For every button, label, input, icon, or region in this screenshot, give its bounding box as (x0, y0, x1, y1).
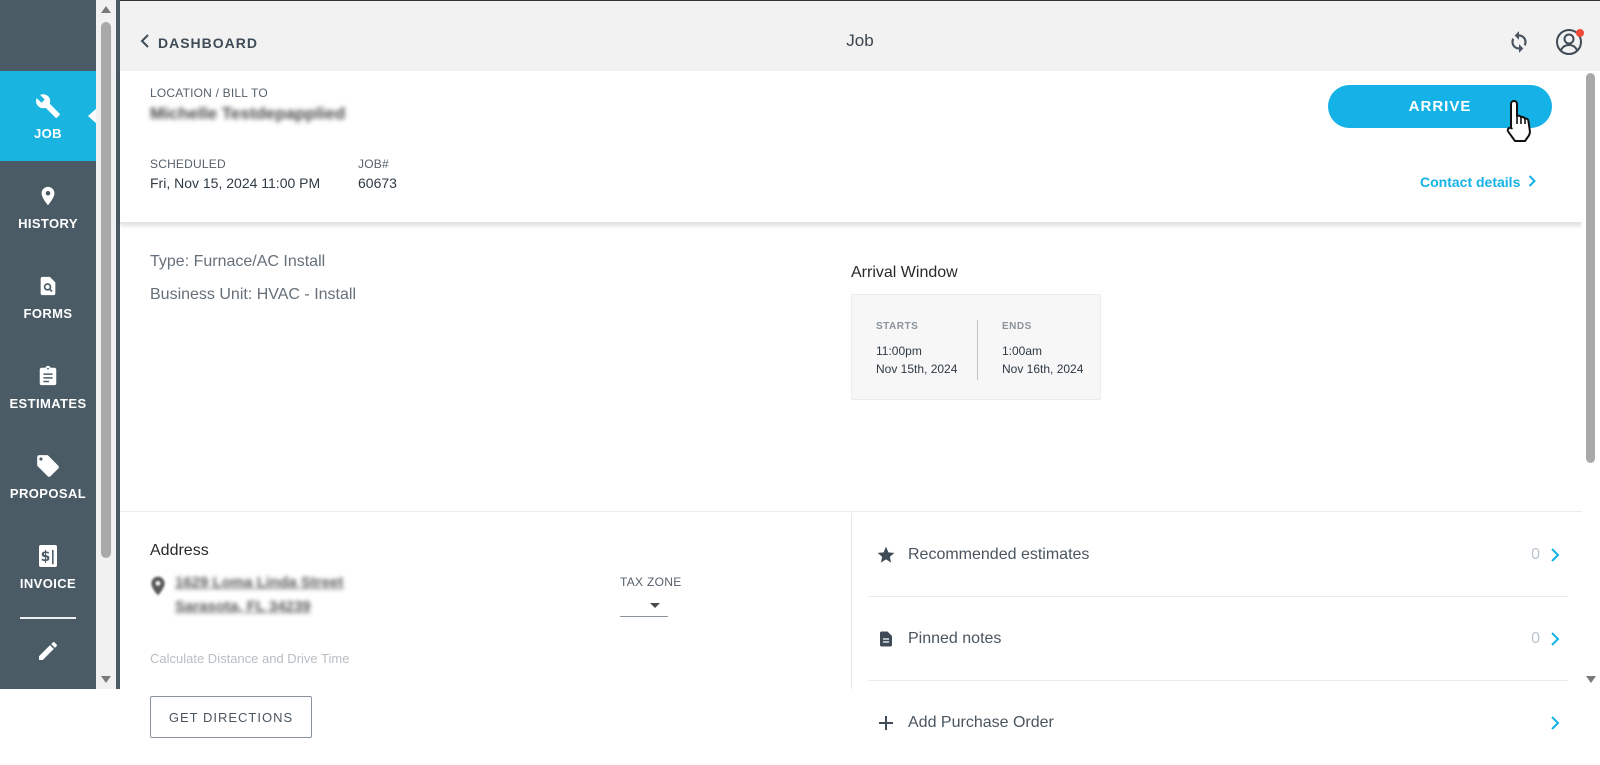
job-info-section: Type: Furnace/AC Install Business Unit: … (120, 224, 1582, 512)
link-count: 0 (1531, 629, 1540, 647)
sidebar-item-label: INVOICE (19, 575, 77, 591)
calculate-distance-link[interactable]: Calculate Distance and Drive Time (150, 651, 349, 666)
sidebar-item-history[interactable]: HISTORY (0, 161, 96, 251)
refresh-button[interactable] (1506, 29, 1532, 55)
sidebar-item-label: HISTORY (18, 215, 78, 231)
arrival-window-title: Arrival Window (851, 264, 958, 281)
chevron-right-icon (1550, 631, 1560, 646)
arrival-window-divider (977, 320, 978, 380)
document-icon (876, 629, 896, 649)
sidebar-scrollbar[interactable] (96, 0, 116, 689)
business-unit: Business Unit: HVAC - Install (150, 286, 356, 303)
tax-zone-select[interactable] (620, 593, 668, 617)
job-main-content: LOCATION / BILL TO Michelle Testdepappli… (120, 71, 1582, 738)
customer-name: Michelle Testdepapplied (150, 104, 346, 123)
scroll-down-arrow-icon[interactable] (1586, 676, 1596, 683)
link-count: 0 (1531, 545, 1540, 563)
sidebar-item-estimates[interactable]: ESTIMATES (0, 341, 96, 431)
job-summary-card: LOCATION / BILL TO Michelle Testdepappli… (120, 71, 1582, 223)
contact-details-label: Contact details (1420, 174, 1521, 190)
sidebar: JOB HISTORY FORMS ESTIMATES PROPOSAL $| … (0, 0, 97, 689)
sidebar-item-forms[interactable]: FORMS (0, 251, 96, 341)
scrollbar-thumb[interactable] (1586, 73, 1595, 463)
sidebar-item-label: FORMS (23, 305, 73, 321)
svg-text:$|: $| (41, 549, 56, 565)
get-directions-button[interactable]: GET DIRECTIONS (150, 696, 312, 738)
starts-label: STARTS (876, 321, 919, 332)
user-avatar-button[interactable] (1554, 27, 1584, 57)
starts-time: 11:00pm (876, 344, 922, 358)
chevron-right-icon (1528, 174, 1537, 190)
sidebar-item-edit[interactable] (0, 633, 96, 673)
wrench-icon (34, 92, 62, 120)
job-number-value: 60673 (358, 175, 397, 191)
page-title: Job (846, 31, 874, 50)
job-links-section: Recommended estimates 0 Pinned notes 0 A… (851, 513, 1582, 731)
sidebar-divider (20, 617, 76, 619)
scrollbar-thumb[interactable] (101, 22, 111, 558)
hand-cursor-icon (1504, 97, 1538, 143)
address-title: Address (150, 542, 209, 559)
scheduled-label: SCHEDULED (150, 157, 226, 171)
add-purchase-order-row[interactable]: Add Purchase Order (868, 681, 1568, 765)
star-icon (876, 545, 896, 565)
job-type: Type: Furnace/AC Install (150, 253, 326, 270)
location-pin-icon (34, 182, 62, 210)
ends-date: Nov 16th, 2024 (1002, 362, 1084, 376)
notification-dot (1576, 29, 1584, 37)
ends-label: ENDS (1002, 321, 1032, 332)
location-label: LOCATION / BILL TO (150, 86, 268, 100)
contact-details-link[interactable]: Contact details (1420, 174, 1537, 190)
link-label: Pinned notes (908, 629, 1002, 647)
link-label: Add Purchase Order (908, 714, 1054, 731)
map-pin-icon (150, 576, 166, 596)
sidebar-item-invoice[interactable]: $| INVOICE (0, 521, 96, 611)
sidebar-item-proposal[interactable]: PROPOSAL (0, 431, 96, 521)
pencil-icon (36, 639, 60, 668)
content-scrollbar[interactable] (1582, 71, 1600, 689)
sidebar-item-label: PROPOSAL (9, 485, 87, 501)
address-line-1-link[interactable]: 1629 Loma Linda Street (175, 574, 343, 591)
recommended-estimates-row[interactable]: Recommended estimates 0 (868, 513, 1568, 597)
starts-date: Nov 15th, 2024 (876, 362, 958, 376)
sidebar-top-spacer (0, 0, 96, 71)
form-search-icon (34, 272, 62, 300)
scheduled-value: Fri, Nov 15, 2024 11:00 PM (150, 175, 321, 191)
plus-icon (876, 713, 896, 733)
scroll-down-arrow-icon[interactable] (101, 676, 111, 683)
pinned-notes-row[interactable]: Pinned notes 0 (868, 597, 1568, 681)
arrival-window-box: STARTS 11:00pm Nov 15th, 2024 ENDS 1:00a… (851, 294, 1101, 400)
arrival-window-starts: STARTS 11:00pm Nov 15th, 2024 (876, 321, 957, 378)
clipboard-icon (34, 362, 62, 390)
address-section: Address 1629 Loma Linda Street Sarasota,… (120, 513, 851, 738)
job-number-label: JOB# (358, 157, 389, 171)
sidebar-item-job[interactable]: JOB (0, 71, 97, 161)
scroll-up-arrow-icon[interactable] (101, 6, 111, 13)
address-line-2-link[interactable]: Sarasota, FL 34239 (175, 598, 311, 615)
tax-zone-label: TAX ZONE (620, 575, 682, 589)
sidebar-item-label: JOB (34, 125, 62, 141)
chevron-right-icon (1550, 716, 1560, 730)
tag-icon (34, 452, 62, 480)
chevron-right-icon (1550, 547, 1560, 562)
refresh-icon (1506, 31, 1532, 59)
invoice-dollar-icon: $| (34, 542, 62, 570)
link-label: Recommended estimates (908, 545, 1090, 563)
app-header: DASHBOARD Job (120, 0, 1600, 71)
sidebar-item-label: ESTIMATES (9, 395, 87, 411)
arrival-window-ends: ENDS 1:00am Nov 16th, 2024 (1002, 321, 1083, 378)
ends-time: 1:00am (1002, 344, 1043, 358)
user-avatar-icon (1554, 29, 1584, 61)
